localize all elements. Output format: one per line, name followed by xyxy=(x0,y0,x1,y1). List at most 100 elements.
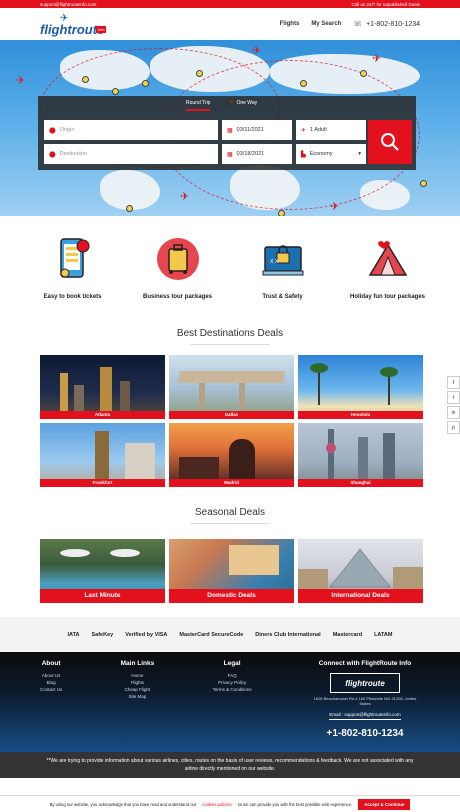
depart-date-field[interactable]: ▦ 03/11/2021 xyxy=(222,120,292,140)
destination-field[interactable]: ⬤ Destination xyxy=(44,144,218,164)
destination-placeholder: Destination xyxy=(59,151,88,157)
search-button[interactable] xyxy=(368,120,412,164)
footer-link[interactable]: Site Map xyxy=(129,694,147,699)
linkedin-icon[interactable]: in xyxy=(447,406,460,419)
feature-business-tour: Business tour packages xyxy=(128,236,228,324)
location-dot xyxy=(142,80,149,87)
trust-badges: IATA SafeKey Verified by VISA MasterCard… xyxy=(0,617,460,652)
cabin-select[interactable]: ▙ Economy ▾ xyxy=(296,144,366,164)
cookie-banner: By using our website, you acknowledge th… xyxy=(0,795,460,812)
destination-label: Honolulu xyxy=(298,411,423,419)
social-sidebar: f t in p xyxy=(447,376,460,436)
seasonal-title: Seasonal Deals xyxy=(194,507,266,518)
location-dot xyxy=(360,70,367,77)
header-phone[interactable]: ☏ +1-802-810-1234 xyxy=(353,20,420,29)
divider xyxy=(190,523,270,524)
traveller-icon: ✈ xyxy=(301,127,307,134)
feature-label: Business tour packages xyxy=(142,294,213,300)
header: ✈ flightroute info Flights My Search ☏ +… xyxy=(0,8,460,40)
footer-address: 1626 Beachamvain Rd # 160 Pikesville MD … xyxy=(313,696,417,706)
map-continent xyxy=(100,170,160,210)
tab-one-way[interactable]: One Way xyxy=(236,100,257,111)
footer-link[interactable]: About Us xyxy=(42,673,61,678)
footer-link[interactable]: Flights xyxy=(131,680,144,685)
location-dot xyxy=(420,180,427,187)
travellers-field[interactable]: ✈ 1 Adult xyxy=(296,120,366,140)
destination-card[interactable]: Honolulu xyxy=(298,355,423,419)
calendar-icon: ▦ xyxy=(227,127,233,134)
hero: ✈ ✈ ✈ ✈ ✈ Round Trip One Way ⬤ Origin ⬤ … xyxy=(0,40,460,216)
destination-label: Atlanta xyxy=(40,411,165,419)
footer-link[interactable]: Blog xyxy=(47,680,56,685)
footer-heading: Connect with FlightRoute Info xyxy=(318,660,412,667)
seasonal-label: Domestic Deals xyxy=(169,589,294,603)
twitter-icon[interactable]: t xyxy=(447,391,460,404)
footer-phone[interactable]: +1-802-810-1234 xyxy=(326,728,403,739)
logo-text: flightroute xyxy=(40,22,105,37)
footer-link[interactable]: Terms & Conditions xyxy=(213,687,252,692)
depart-date-value: 03/11/2021 xyxy=(236,127,264,133)
destination-label: Madrid xyxy=(169,479,294,487)
logo-sub: info xyxy=(96,26,107,33)
origin-placeholder: Origin xyxy=(59,127,75,133)
destination-card[interactable]: Dallas xyxy=(169,355,294,419)
origin-field[interactable]: ⬤ Origin xyxy=(44,120,218,140)
mobile-ticket-icon xyxy=(50,236,96,282)
tab-round-trip[interactable]: Round Trip xyxy=(186,100,211,111)
footer-email[interactable]: Email : support@flightrouteinfo.com xyxy=(329,712,401,720)
destination-label: Frankfurt xyxy=(40,479,165,487)
disclaimer: **We are trying to provide information a… xyxy=(0,752,460,778)
return-date-value: 03/18/2021 xyxy=(236,151,265,157)
location-dot xyxy=(278,210,285,216)
footer-link[interactable]: Contact Us xyxy=(40,687,62,692)
logo[interactable]: ✈ flightroute info xyxy=(40,12,110,37)
secure-laptop-icon: X X xyxy=(260,236,306,282)
features-row: Easy to book tickets Business tour packa… xyxy=(0,216,460,324)
seasonal-card[interactable]: Domestic Deals xyxy=(169,539,294,603)
location-dot xyxy=(126,205,133,212)
mastercard-securecode-badge: MasterCard SecureCode xyxy=(179,631,244,638)
location-pin-icon: ⬤ xyxy=(49,127,56,134)
pinterest-icon[interactable]: p xyxy=(447,421,460,434)
footer-link[interactable]: Home xyxy=(131,673,143,678)
feature-label: Easy to book tickets xyxy=(43,294,102,300)
diners-club-badge: Diners Club International xyxy=(255,631,321,638)
seasonal-label: Last Minute xyxy=(40,589,165,603)
nav-my-search[interactable]: My Search xyxy=(311,21,341,27)
location-dot xyxy=(82,76,89,83)
topbar-email[interactable]: support@flightrouteinfo.com xyxy=(40,2,96,7)
footer-about: About About Us Blog Contact Us xyxy=(40,660,62,752)
seasonal-grid: Last Minute Domestic Deals International… xyxy=(40,539,460,603)
return-date-field[interactable]: ▦ 03/18/2021 xyxy=(222,144,292,164)
destination-card[interactable]: Frankfurt xyxy=(40,423,165,487)
destination-label: Dallas xyxy=(169,411,294,419)
destination-card[interactable]: Atlanta xyxy=(40,355,165,419)
nav-flights[interactable]: Flights xyxy=(280,21,300,27)
destination-card[interactable]: Madrid xyxy=(169,423,294,487)
footer: About About Us Blog Contact Us Main Link… xyxy=(0,652,460,752)
destination-card[interactable]: Shanghai xyxy=(298,423,423,487)
footer-link[interactable]: Cheap Flight xyxy=(125,687,151,692)
destination-label: Shanghai xyxy=(298,479,423,487)
location-pin-icon: ⬤ xyxy=(49,151,56,158)
feature-label: Holiday fun tour packages xyxy=(349,294,425,300)
cookie-policy-link[interactable]: cookies policies xyxy=(202,802,231,807)
facebook-icon[interactable]: f xyxy=(447,376,460,389)
seasonal-card[interactable]: International Deals xyxy=(298,539,423,603)
mastercard-badge: Mastercard xyxy=(332,631,363,638)
seasonal-card[interactable]: Last Minute xyxy=(40,539,165,603)
footer-link[interactable]: FAQ xyxy=(228,673,237,678)
footer-link[interactable]: Privacy Policy xyxy=(218,680,246,685)
top-bar: support@flightrouteinfo.com Call us 24/7… xyxy=(0,0,460,8)
footer-logo[interactable]: flightroute xyxy=(330,673,400,693)
search-icon xyxy=(381,133,399,151)
footer-heading: About xyxy=(41,660,61,667)
divider xyxy=(190,344,270,345)
latam-badge: LATAM xyxy=(374,631,393,638)
accept-cookies-button[interactable]: Accept & Continue xyxy=(358,798,411,810)
feature-trust-safety: X X Trust & Safety xyxy=(233,236,333,324)
verified-by-visa-badge: Verified by VISA xyxy=(125,631,168,638)
location-dot xyxy=(196,70,203,77)
calendar-icon: ▦ xyxy=(227,151,233,158)
trip-type-tabs: Round Trip One Way xyxy=(186,100,257,111)
